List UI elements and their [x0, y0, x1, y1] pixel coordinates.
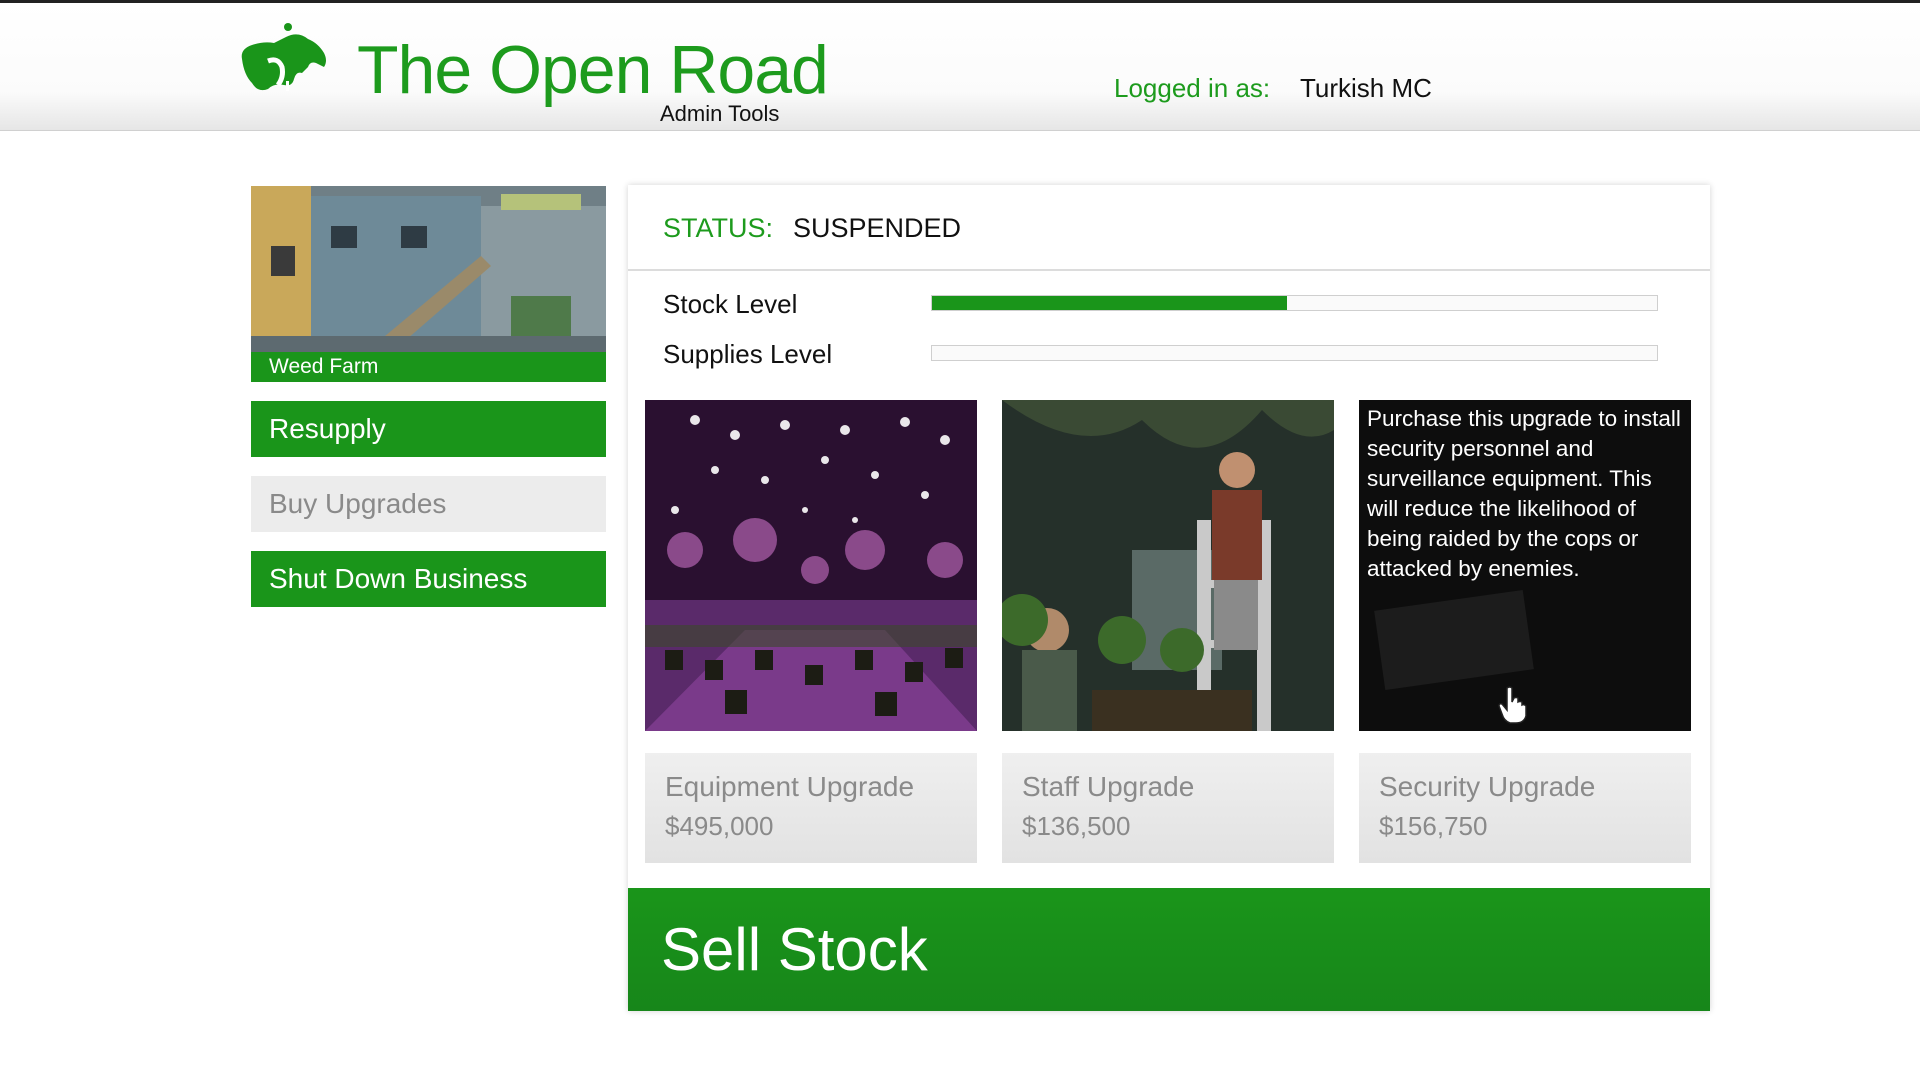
brand-subtitle: Admin Tools [660, 101, 780, 126]
logged-in-label: Logged in as: [1114, 73, 1271, 103]
status-label: STATUS: [663, 213, 774, 243]
sell-stock-button[interactable]: Sell Stock [628, 888, 1710, 1011]
business-panel: STATUS: SUSPENDED Stock Level Supplies L… [628, 185, 1710, 1011]
supplies-level-label: Supplies Level [663, 339, 833, 369]
equipment-upgrade-image[interactable] [645, 400, 977, 731]
business-thumbnail: Weed Farm [251, 186, 606, 382]
header-bar: The Open Road Admin Tools Logged in as: … [0, 3, 1920, 131]
equipment-upgrade-name: Equipment Upgrade [665, 771, 915, 802]
brand-title: The Open Road [357, 32, 829, 108]
staff-upgrade-price: $136,500 [1022, 811, 1131, 841]
buy-upgrades-button[interactable]: Buy Upgrades [251, 476, 606, 532]
status-bar: STATUS: SUSPENDED [628, 185, 1710, 271]
supplies-level-bar [931, 345, 1658, 361]
security-upgrade-description: Purchase this upgrade to install securit… [1367, 406, 1681, 581]
stock-level-label: Stock Level [663, 289, 798, 319]
logged-in-user: Turkish MC [1300, 73, 1432, 103]
security-upgrade-card[interactable]: Security Upgrade $156,750 [1359, 753, 1691, 863]
open-road-logo-icon [241, 23, 326, 91]
hand-cursor-icon [1498, 686, 1527, 724]
staff-upgrade-name: Staff Upgrade [1022, 771, 1195, 802]
resupply-button[interactable]: Resupply [251, 401, 606, 457]
staff-upgrade-image[interactable] [1002, 400, 1334, 731]
status-value: SUSPENDED [793, 213, 962, 243]
stock-level-fill [932, 296, 1288, 310]
equipment-upgrade-card[interactable]: Equipment Upgrade $495,000 [645, 753, 977, 863]
security-upgrade-name: Security Upgrade [1379, 771, 1596, 802]
equipment-upgrade-price: $495,000 [665, 811, 774, 841]
security-upgrade-price: $156,750 [1379, 811, 1488, 841]
stock-level-bar [931, 295, 1658, 311]
shut-down-business-button[interactable]: Shut Down Business [251, 551, 606, 607]
staff-upgrade-card[interactable]: Staff Upgrade $136,500 [1002, 753, 1334, 863]
thumbnail-caption: Weed Farm [251, 352, 606, 382]
security-upgrade-image[interactable]: Purchase this upgrade to install securit… [1359, 400, 1691, 731]
